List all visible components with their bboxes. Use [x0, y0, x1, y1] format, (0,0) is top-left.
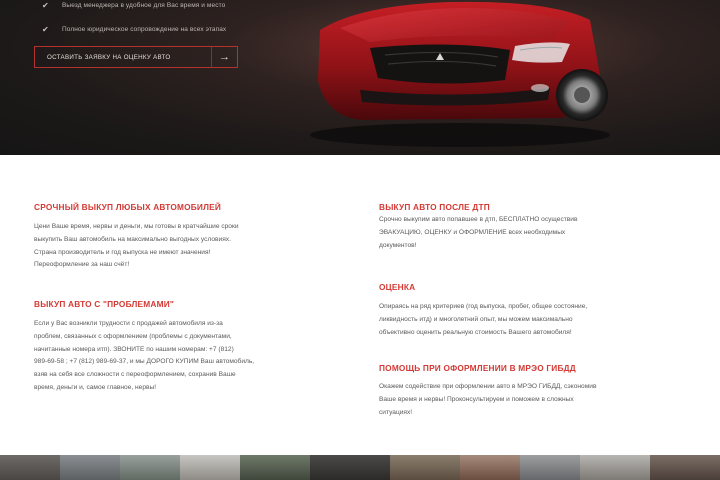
gallery-photo[interactable]	[390, 455, 460, 480]
text-line: Окажем содействие при оформлении авто в …	[379, 383, 597, 390]
gallery-photo[interactable]	[310, 455, 390, 480]
text-line: 989-69-58 ; +7 (812) 989-69-37, и мы ДОР…	[34, 358, 255, 366]
text-line: начитанные номера итп). ЗВОНИТЕ по нашим…	[34, 345, 234, 353]
text-line: ЭВАКУАЦИЮ, ОЦЕНКУ и ОФОРМЛЕНИЕ всех необ…	[379, 228, 566, 236]
gallery-photo[interactable]	[0, 455, 60, 480]
text-line: ситуациях!	[379, 408, 413, 416]
request-evaluation-label: ОСТАВИТЬ ЗАЯВКУ НА ОЦЕНКУ АВТО	[47, 53, 171, 61]
text-line: Ваше время и нервы! Проконсультируем и п…	[379, 395, 574, 403]
section-text-registration-help: Окажем содействие при оформлении авто в …	[379, 381, 669, 419]
text-line: Если у Вас возникли трудности с продажей…	[34, 320, 223, 327]
hero-feature-item: ✔ Полное юридическое сопровождение на вс…	[42, 20, 226, 38]
services-section: СРОЧНЫЙ ВЫКУП ЛЮБЫХ АВТОМОБИЛЕЙ Цени Ваш…	[0, 155, 720, 455]
text-line: проблем, связанных с оформлением (пробле…	[34, 332, 232, 340]
gallery-photo[interactable]	[520, 455, 580, 480]
gallery-photo[interactable]	[460, 455, 520, 480]
text-line: выкупить Ваш автомобиль на максимально в…	[34, 235, 231, 243]
text-line: время, деньги и, самое главное, нервы!	[34, 383, 157, 391]
gallery-photo[interactable]	[120, 455, 180, 480]
check-icon: ✔	[42, 24, 49, 34]
photo-gallery-strip	[0, 455, 720, 480]
text-line: документов!	[379, 241, 417, 249]
gallery-photo[interactable]	[240, 455, 310, 480]
section-text-after-accident: Срочно выкупим авто попавшее в дтп, БЕСП…	[379, 214, 669, 252]
text-line: Опираясь на ряд критериев (год выпуска, …	[379, 303, 588, 310]
request-evaluation-button[interactable]: ОСТАВИТЬ ЗАЯВКУ НА ОЦЕНКУ АВТО →	[34, 46, 238, 68]
hero-feature-item: ✔ Выезд менеджера в удобное для Вас врем…	[42, 0, 226, 14]
text-line: взяв на себя все сложности с переоформле…	[34, 371, 236, 379]
gallery-photo[interactable]	[650, 455, 720, 480]
section-text-evaluation: Опираясь на ряд критериев (год выпуска, …	[379, 301, 669, 339]
text-line: Срочно выкупим авто попавшее в дтп, БЕСП…	[379, 216, 578, 223]
gallery-photo[interactable]	[60, 455, 120, 480]
section-title-registration-help: ПОМОЩЬ ПРИ ОФОРМЛЕНИИ В МРЭО ГИБДД	[379, 363, 576, 373]
text-line: Переоформление за наш счёт!	[34, 261, 130, 269]
text-line: объективно оценить реальную стоимость Ва…	[379, 328, 572, 336]
hero-feature-text: Полное юридическое сопровождение на всех…	[62, 25, 227, 33]
hero-feature-text: Выезд менеджера в удобное для Вас время …	[62, 1, 226, 9]
check-icon: ✔	[42, 0, 49, 10]
section-title-after-accident: ВЫКУП АВТО ПОСЛЕ ДТП	[379, 202, 490, 212]
text-line: Страна производитель и год выпуска не им…	[34, 248, 211, 256]
section-title-evaluation: ОЦЕНКА	[379, 282, 416, 292]
gallery-photo[interactable]	[580, 455, 650, 480]
hero-feature-list: ✔ Выезд менеджера в удобное для Вас врем…	[42, 0, 226, 38]
section-text-urgent-buyout: Цени Ваше время, нервы и деньги, мы гото…	[34, 221, 324, 272]
text-line: Цени Ваше время, нервы и деньги, мы гото…	[34, 223, 239, 230]
section-title-urgent-buyout: СРОЧНЫЙ ВЫКУП ЛЮБЫХ АВТОМОБИЛЕЙ	[34, 202, 221, 212]
section-title-problem-cars: ВЫКУП АВТО С "ПРОБЛЕМАМИ"	[34, 299, 174, 309]
gallery-photo[interactable]	[180, 455, 240, 480]
text-line: ликвидность итд) и многолетний опыт, мы …	[379, 315, 573, 323]
hero-banner: ✔ Выезд менеджера в удобное для Вас врем…	[0, 0, 720, 155]
car-image	[310, 1, 610, 147]
arrow-right-icon: →	[211, 47, 237, 67]
section-text-problem-cars: Если у Вас возникли трудности с продажей…	[34, 318, 324, 395]
